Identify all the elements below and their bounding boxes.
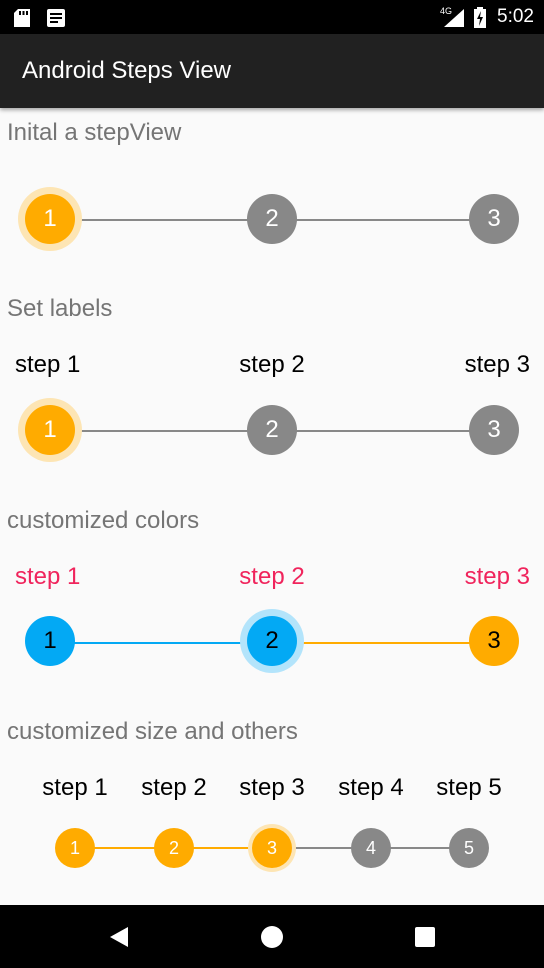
- step-circle[interactable]: 3: [469, 616, 519, 666]
- step-circle[interactable]: 2: [247, 194, 297, 244]
- step-label: step 1: [15, 563, 81, 590]
- section-title: Set labels: [7, 295, 113, 322]
- step-label: step 3: [239, 774, 305, 801]
- step-label: step 1: [42, 774, 108, 801]
- step-label: step 5: [436, 774, 502, 801]
- step-number: 2: [265, 627, 279, 654]
- step-circle[interactable]: 1: [55, 828, 95, 868]
- step-circle[interactable]: 2: [154, 828, 194, 868]
- recents-icon[interactable]: [415, 927, 435, 947]
- app-title: Android Steps View: [22, 57, 232, 84]
- step-label: step 3: [464, 351, 530, 378]
- clock: 5:02: [497, 6, 534, 27]
- step-circle[interactable]: 1: [25, 194, 75, 244]
- step-circle[interactable]: 2: [247, 405, 297, 455]
- step-label: step 1: [15, 351, 81, 378]
- step-circle[interactable]: 3: [469, 405, 519, 455]
- section-title: Inital a stepView: [7, 119, 182, 146]
- step-number: 1: [43, 627, 57, 654]
- notification-icon: [47, 9, 65, 27]
- step-number: 3: [487, 416, 501, 443]
- battery-charging-icon: [474, 7, 486, 28]
- step-number: 1: [43, 416, 57, 443]
- back-icon[interactable]: [108, 926, 130, 948]
- step-number: 3: [487, 627, 501, 654]
- step-label: step 2: [239, 351, 305, 378]
- step-label: step 4: [338, 774, 404, 801]
- step-label: step 2: [239, 563, 305, 590]
- step-number: 4: [365, 837, 376, 858]
- step-connector-completed: [50, 642, 272, 644]
- step-circle[interactable]: 2: [247, 616, 297, 666]
- step-number: 1: [69, 837, 80, 858]
- step-number: 1: [43, 205, 57, 232]
- step-circle[interactable]: 3: [469, 194, 519, 244]
- sd-card-icon: [14, 9, 30, 27]
- step-circle[interactable]: 1: [25, 405, 75, 455]
- section-title: customized colors: [7, 507, 200, 534]
- step-number: 3: [487, 205, 501, 232]
- step-circle[interactable]: 3: [252, 828, 292, 868]
- step-circle[interactable]: 4: [351, 828, 391, 868]
- step-circle[interactable]: 1: [25, 616, 75, 666]
- step-number: 2: [265, 416, 279, 443]
- step-number: 2: [168, 837, 179, 858]
- status-bar: 4G 5:02: [0, 0, 544, 34]
- step-circle[interactable]: 5: [449, 828, 489, 868]
- app-bar: Android Steps View: [0, 34, 544, 108]
- step-label: step 2: [141, 774, 207, 801]
- step-number: 3: [266, 837, 277, 858]
- signal-icon: [444, 9, 464, 27]
- navigation-bar: [0, 905, 544, 968]
- step-number: 5: [463, 837, 474, 858]
- home-icon[interactable]: [260, 925, 284, 949]
- step-label: step 3: [464, 563, 530, 590]
- section-title: customized size and others: [7, 718, 298, 745]
- step-connector-pending: [272, 642, 494, 644]
- step-number: 2: [265, 205, 279, 232]
